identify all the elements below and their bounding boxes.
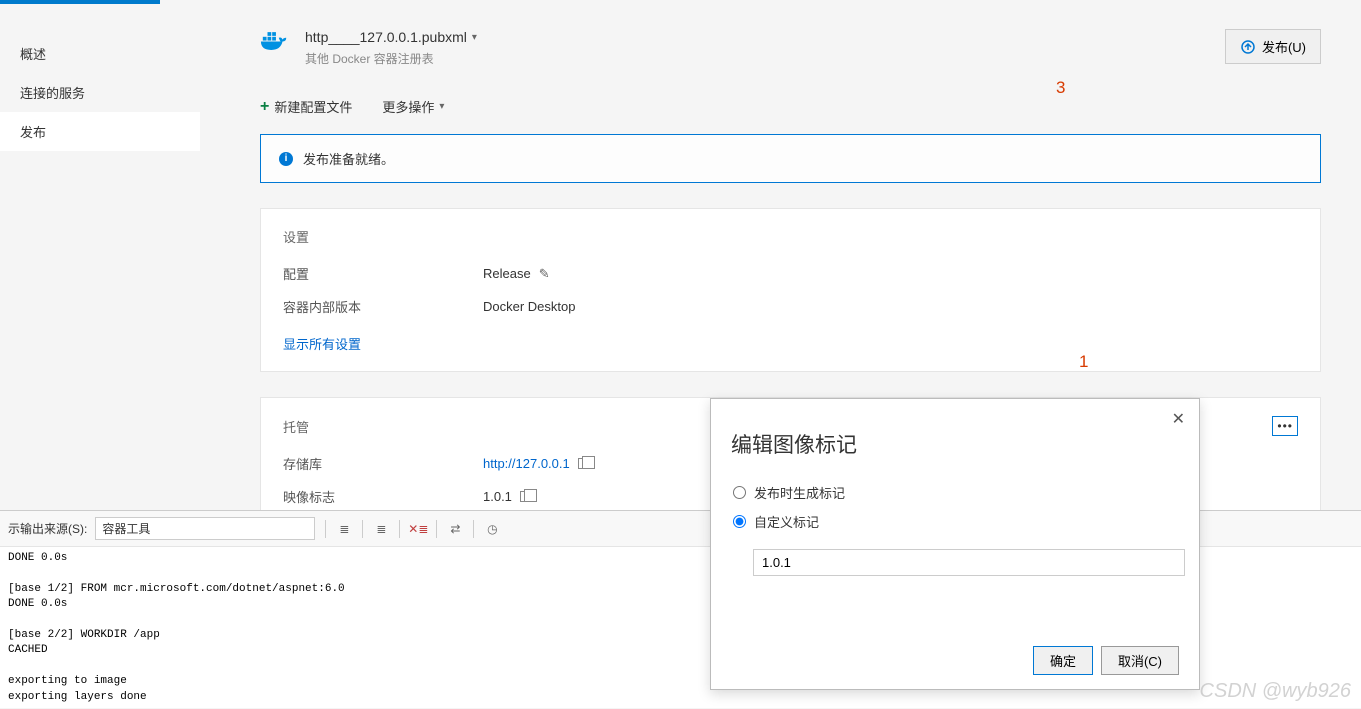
more-actions-dropdown[interactable]: 更多操作 ▾ — [382, 97, 444, 116]
indent-left-icon[interactable]: ≣ — [336, 521, 352, 537]
annotation-1: 1 — [1079, 352, 1088, 372]
new-profile-link[interactable]: + 新建配置文件 — [260, 97, 352, 116]
dialog-title: 编辑图像标记 — [731, 429, 1179, 459]
radio-custom-input[interactable] — [733, 515, 746, 528]
output-source-label: 示输出来源(S): — [8, 520, 87, 537]
hosting-title: 托管 — [283, 417, 309, 436]
setting-value-repo[interactable]: http://127.0.0.1 — [483, 456, 570, 471]
status-banner: i 发布准备就绪。 — [260, 134, 1321, 183]
sidebar-item-connected-services[interactable]: 连接的服务 — [0, 73, 200, 112]
indent-right-icon[interactable]: ≣ — [373, 521, 389, 537]
publish-icon — [1240, 39, 1256, 55]
settings-title: 设置 — [283, 227, 1298, 246]
clear-icon[interactable]: ✕≣ — [410, 521, 426, 537]
radio-custom-tag[interactable]: 自定义标记 — [733, 512, 1179, 531]
close-icon[interactable]: ✕ — [1172, 409, 1185, 429]
setting-value-tag: 1.0.1 — [483, 489, 512, 504]
wrap-icon[interactable]: ⇄ — [447, 521, 463, 537]
chevron-down-icon: ▾ — [472, 32, 477, 43]
publish-button[interactable]: 发布(U) — [1225, 29, 1321, 64]
profile-dropdown[interactable]: http____127.0.0.1.pubxml ▾ — [305, 29, 477, 45]
hosting-more-button[interactable]: ••• — [1272, 416, 1298, 436]
cancel-button[interactable]: 取消(C) — [1101, 646, 1179, 675]
profile-name-text: http____127.0.0.1.pubxml — [305, 29, 467, 45]
sidebar-item-overview[interactable]: 概述 — [0, 34, 200, 73]
ok-button[interactable]: 确定 — [1033, 646, 1093, 675]
setting-label-container: 容器内部版本 — [283, 297, 483, 316]
profile-subtitle: 其他 Docker 容器注册表 — [305, 50, 477, 67]
setting-label-tag: 映像标志 — [283, 487, 483, 506]
output-source-select[interactable]: 容器工具 — [95, 517, 315, 540]
edit-image-tag-dialog: ✕ 编辑图像标记 发布时生成标记 自定义标记 确定 取消(C) — [710, 398, 1200, 690]
copy-icon[interactable] — [578, 458, 589, 469]
sidebar: 概述 连接的服务 发布 — [0, 4, 200, 510]
plus-icon: + — [260, 98, 269, 116]
radio-generate-tag[interactable]: 发布时生成标记 — [733, 483, 1179, 502]
custom-tag-input[interactable] — [753, 549, 1185, 576]
setting-label-repo: 存储库 — [283, 454, 483, 473]
annotation-3: 3 — [1056, 78, 1065, 98]
copy-icon[interactable] — [520, 491, 531, 502]
sidebar-item-publish[interactable]: 发布 — [0, 112, 200, 151]
settings-card: 设置 配置 Release ✎ 容器内部版本 Docker Desktop 显示… — [260, 208, 1321, 372]
docker-icon — [260, 29, 290, 54]
setting-value-config: Release — [483, 266, 531, 281]
chevron-down-icon: ▾ — [439, 101, 444, 112]
status-message: 发布准备就绪。 — [303, 149, 394, 168]
setting-value-container: Docker Desktop — [483, 299, 575, 314]
setting-label-config: 配置 — [283, 264, 483, 283]
info-icon: i — [279, 152, 293, 166]
show-all-settings-link[interactable]: 显示所有设置 — [283, 334, 361, 353]
clock-icon[interactable]: ◷ — [484, 521, 500, 537]
edit-icon[interactable]: ✎ — [539, 266, 550, 282]
radio-generate-input[interactable] — [733, 486, 746, 499]
